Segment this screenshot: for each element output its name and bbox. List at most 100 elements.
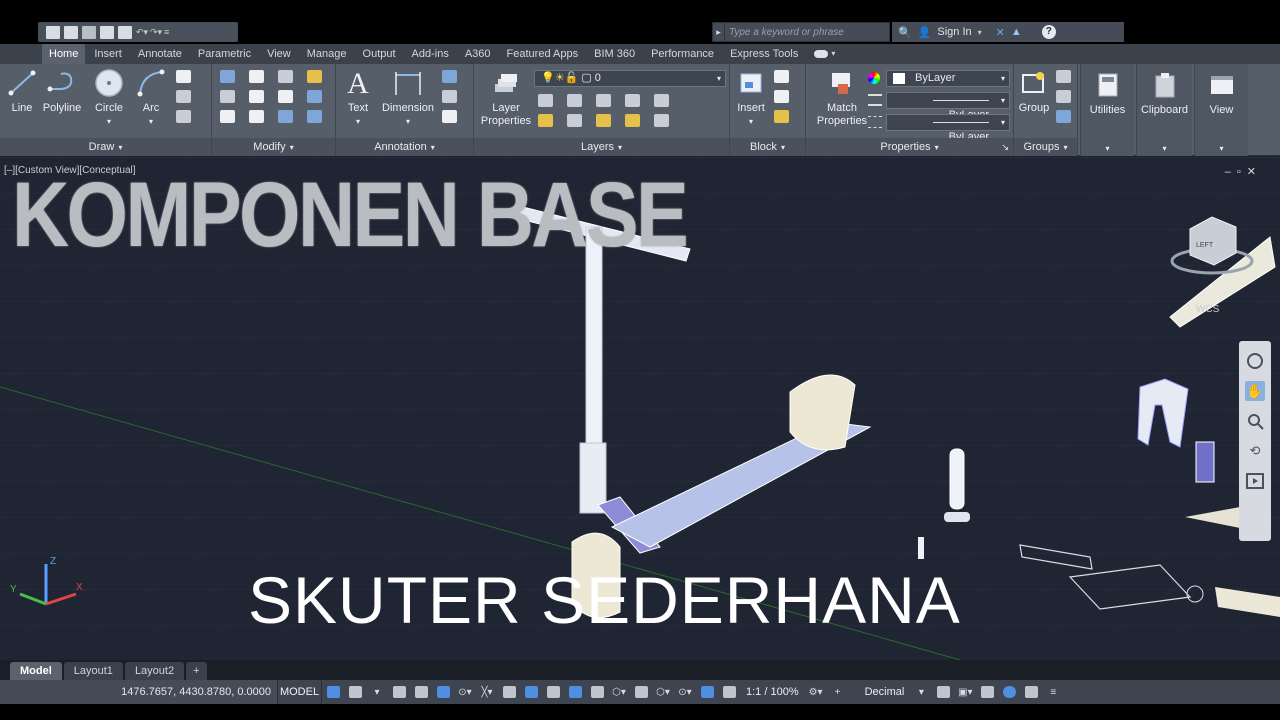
tab-home[interactable]: Home xyxy=(42,44,86,64)
ortho-icon[interactable] xyxy=(432,680,454,704)
layer-unisolate-icon[interactable] xyxy=(567,114,582,127)
help-button[interactable]: ? xyxy=(1041,25,1056,39)
layer-freeze-icon[interactable] xyxy=(596,94,611,107)
snap-icon[interactable] xyxy=(344,680,366,704)
new-icon[interactable] xyxy=(46,25,60,39)
selection-cycling-icon[interactable] xyxy=(586,680,608,704)
match-properties-button[interactable]: Match Properties xyxy=(812,68,872,128)
search-box[interactable]: ▸ Type a keyword or phrase xyxy=(712,22,890,42)
units-dropdown[interactable]: Decimal xyxy=(859,680,911,704)
annotation-monitor-icon[interactable]: + xyxy=(827,680,849,704)
gizmo-icon[interactable]: ⊙▾ xyxy=(674,680,696,704)
layer-match-icon[interactable] xyxy=(654,94,669,107)
search-input[interactable]: Type a keyword or phrase xyxy=(725,27,844,38)
copy-icon[interactable] xyxy=(220,90,235,103)
ungroup-icon[interactable] xyxy=(1056,70,1071,83)
lock-ui-icon[interactable]: ▣▾ xyxy=(954,680,976,704)
exchange-icon[interactable]: ✕ xyxy=(996,26,1005,39)
autodesk-app-icon[interactable]: ▲ xyxy=(1011,26,1022,38)
model-space-button[interactable]: MODEL xyxy=(278,680,322,704)
edit-block-icon[interactable] xyxy=(774,90,789,103)
group-selection-icon[interactable] xyxy=(1056,110,1071,123)
showmotion-icon[interactable] xyxy=(1245,471,1265,491)
grid-icon[interactable] xyxy=(322,680,344,704)
tab-bim360[interactable]: BIM 360 xyxy=(587,44,642,64)
saveas-icon[interactable] xyxy=(100,25,114,39)
polyline-button[interactable]: Polyline xyxy=(40,68,84,115)
3d-osnap-icon[interactable]: ⬡▾ xyxy=(608,680,630,704)
clipboard-button[interactable]: Clipboard ▾ xyxy=(1136,64,1192,156)
snap-dropdown-icon[interactable]: ▾ xyxy=(366,680,388,704)
workspace-gear-icon[interactable]: ⚙▾ xyxy=(805,680,827,704)
tab-performance[interactable]: Performance xyxy=(644,44,721,64)
steering-wheel-icon[interactable] xyxy=(1245,351,1265,371)
annotation-scale-dropdown[interactable]: 1:1 / 100% xyxy=(740,680,805,704)
scale-icon[interactable] xyxy=(249,110,264,123)
tab-output[interactable]: Output xyxy=(356,44,403,64)
draw-panel-title[interactable]: Draw ▾ xyxy=(0,138,211,156)
move-icon[interactable] xyxy=(220,70,235,83)
edit-attribute-icon[interactable] xyxy=(774,110,789,123)
drawing-viewport[interactable]: LEFT WCS [–][Custom View][Conceptual] –▫… xyxy=(0,157,1280,660)
annotation-visibility-icon[interactable] xyxy=(696,680,718,704)
groups-panel-title[interactable]: Groups ▾ xyxy=(1014,138,1077,156)
dynamic-input-icon[interactable] xyxy=(410,680,432,704)
tab-annotate[interactable]: Annotate xyxy=(131,44,189,64)
isolate-objects-icon[interactable] xyxy=(976,680,998,704)
stretch-icon[interactable] xyxy=(220,110,235,123)
layer-on-icon[interactable] xyxy=(538,114,553,127)
layer-lock-icon[interactable] xyxy=(625,94,640,107)
group-button[interactable]: Group xyxy=(1016,68,1052,115)
pan-icon[interactable]: ✋ xyxy=(1245,381,1265,401)
print-icon[interactable] xyxy=(118,25,132,39)
color-dropdown[interactable]: ByLayer ▾ xyxy=(886,70,1010,87)
hatch-icon[interactable] xyxy=(176,90,191,103)
line-button[interactable]: Line xyxy=(8,68,36,115)
explode-icon[interactable] xyxy=(307,90,322,103)
tab-express-tools[interactable]: Express Tools xyxy=(723,44,805,64)
utilities-button[interactable]: Utilities ▾ xyxy=(1080,64,1134,156)
clean-screen-icon[interactable] xyxy=(1020,680,1042,704)
infer-constraints-icon[interactable] xyxy=(388,680,410,704)
undo-icon[interactable]: ↶▾ xyxy=(136,26,148,39)
tab-a360[interactable]: A360 xyxy=(458,44,498,64)
layer-isolate-icon[interactable] xyxy=(567,94,582,107)
expand-arrow-icon[interactable]: ▸ xyxy=(713,23,725,41)
modify-panel-title[interactable]: Modify ▾ xyxy=(212,138,335,156)
object-snap-tracking-icon[interactable] xyxy=(498,680,520,704)
rotate-icon[interactable] xyxy=(249,70,264,83)
sign-in-button[interactable]: Sign In xyxy=(937,26,971,38)
layer-thaw-icon[interactable] xyxy=(596,114,611,127)
offset-icon[interactable] xyxy=(307,110,322,123)
dynamic-ucs-icon[interactable] xyxy=(630,680,652,704)
lineweight-dropdown[interactable]: ByLayer ▾ xyxy=(886,114,1010,143)
open-icon[interactable] xyxy=(64,25,78,39)
trim-icon[interactable] xyxy=(278,70,293,83)
zoom-extents-icon[interactable] xyxy=(1245,411,1265,431)
redo-icon[interactable]: ↷▾ xyxy=(150,26,162,39)
lineweight-toggle-icon[interactable] xyxy=(542,680,564,704)
rectangle-icon[interactable] xyxy=(176,70,191,83)
arc-button[interactable]: Arc ▾ xyxy=(136,68,166,128)
save-icon[interactable] xyxy=(82,25,96,39)
isodraft-icon[interactable]: ╳▾ xyxy=(476,680,498,704)
ribbon-minimize-toggle[interactable]: ▾ xyxy=(807,44,842,64)
text-button[interactable]: A Text ▾ xyxy=(344,68,372,128)
block-panel-title[interactable]: Block ▾ xyxy=(730,138,805,156)
tab-parametric[interactable]: Parametric xyxy=(191,44,258,64)
annotation-panel-title[interactable]: Annotation ▾ xyxy=(336,138,473,156)
dimension-button[interactable]: Dimension ▾ xyxy=(380,68,436,128)
polar-tracking-icon[interactable]: ⊙▾ xyxy=(454,680,476,704)
circle-button[interactable]: Circle ▾ xyxy=(92,68,126,128)
tab-layout1[interactable]: Layout1 xyxy=(63,662,123,680)
add-layout-button[interactable]: + xyxy=(186,662,207,680)
tab-add-ins[interactable]: Add-ins xyxy=(405,44,456,64)
customize-icon[interactable]: ≡ xyxy=(164,26,174,39)
insert-button[interactable]: Insert ▾ xyxy=(734,68,768,128)
tab-insert[interactable]: Insert xyxy=(87,44,129,64)
orbit-icon[interactable]: ⟲ xyxy=(1245,441,1265,461)
array-icon[interactable] xyxy=(278,110,293,123)
tab-featured-apps[interactable]: Featured Apps xyxy=(500,44,586,64)
chevron-down-icon[interactable]: ▾ xyxy=(978,28,982,37)
boundary-icon[interactable] xyxy=(176,110,191,123)
